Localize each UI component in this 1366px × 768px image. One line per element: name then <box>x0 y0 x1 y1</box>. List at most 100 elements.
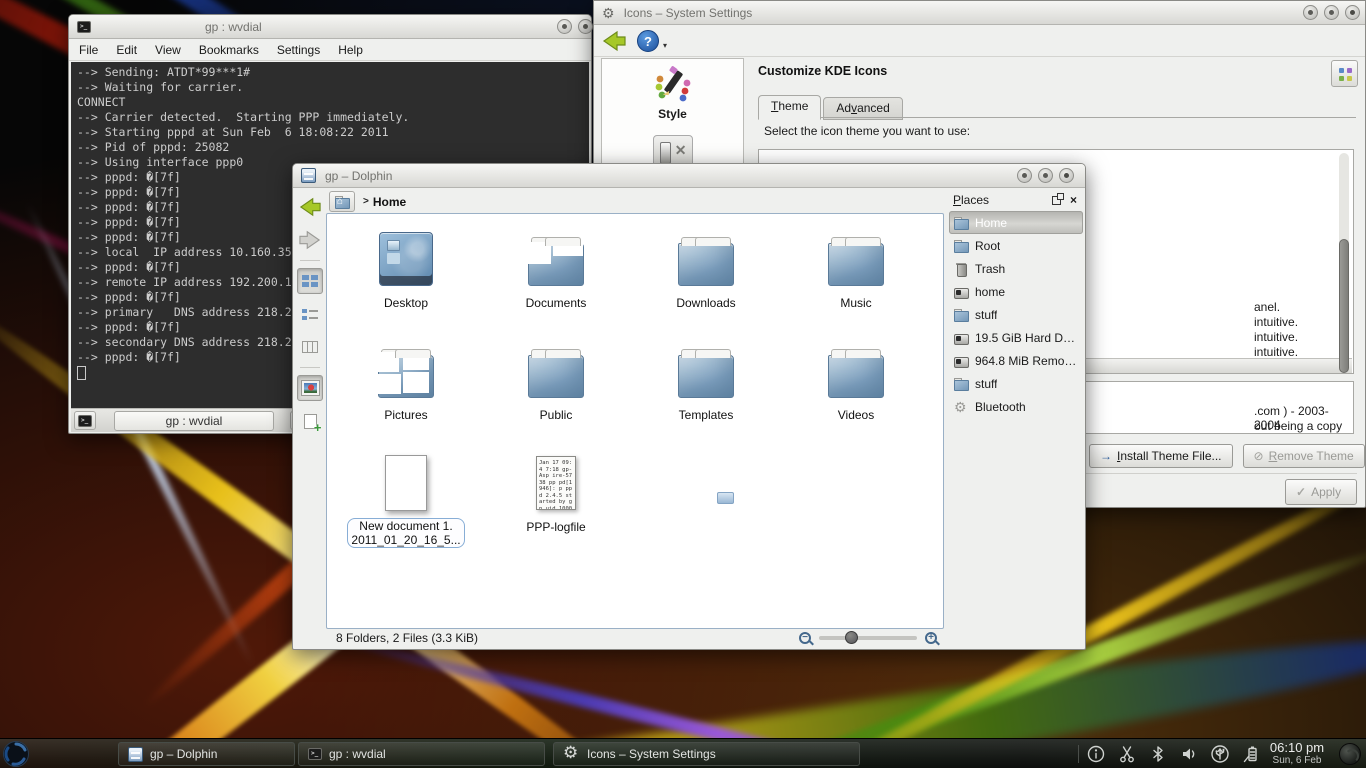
file-item[interactable]: Music <box>781 220 931 332</box>
maximize-button[interactable] <box>1324 5 1339 20</box>
system-settings-titlebar[interactable]: ⚙ Icons – System Settings <box>594 1 1365 25</box>
volume-icon[interactable] <box>1178 743 1200 765</box>
maximize-button[interactable] <box>1038 168 1053 183</box>
places-header[interactable]: Places × <box>949 189 1083 211</box>
columns-view-icon <box>302 341 318 353</box>
system-settings-toolbar: ? ▾ <box>594 25 1365 57</box>
breadcrumb[interactable]: Home <box>373 195 406 209</box>
menu-item[interactable]: Bookmarks <box>199 43 259 57</box>
file-label: Templates <box>676 408 737 422</box>
columns-view-button[interactable] <box>297 334 323 360</box>
taskbar-task-button[interactable]: gp : wvdial <box>298 742 545 766</box>
file-item[interactable]: Pictures <box>331 332 481 444</box>
place-item[interactable]: Root <box>949 234 1083 257</box>
thumbnail-overlay <box>823 346 893 398</box>
remove-theme-button[interactable]: ⊘Remove Theme <box>1243 444 1365 468</box>
plasma-toolbox-icon[interactable] <box>1339 743 1361 765</box>
scrollbar-thumb[interactable] <box>1339 239 1349 373</box>
terminal-line: --> Sending: ATDT*99***1# <box>77 65 583 80</box>
bluetooth-icon[interactable] <box>1147 743 1169 765</box>
maximize-button[interactable] <box>578 19 593 34</box>
place-item[interactable]: Trash <box>949 257 1083 280</box>
theme-list-text-fragment: intuitive. <box>1254 315 1298 329</box>
place-item[interactable]: 964.8 MiB Remov... <box>949 349 1083 372</box>
menu-item[interactable]: Edit <box>116 43 137 57</box>
tab-theme[interactable]: Theme <box>758 95 821 120</box>
klipper-scissors-icon[interactable] <box>1116 743 1138 765</box>
place-icon <box>953 261 969 277</box>
place-item[interactable]: home <box>949 280 1083 303</box>
file-item[interactable]: Jan 17 09:4 7:18 gp-Asp ire-5738 pp pd[1… <box>481 444 631 556</box>
place-label: 19.5 GiB Hard Drive <box>975 331 1079 345</box>
terminal-titlebar[interactable]: gp : wvdial <box>69 15 591 39</box>
close-button[interactable] <box>1059 168 1074 183</box>
minimize-button[interactable] <box>1017 168 1032 183</box>
taskbar-task-button[interactable]: gp – Dolphin <box>118 742 295 766</box>
back-button[interactable] <box>297 194 323 220</box>
icons-view-button[interactable] <box>297 268 323 294</box>
folder-view[interactable]: Desktop Documents Downloads Musi <box>326 213 944 629</box>
gear-icon: ⚙ <box>602 6 615 20</box>
file-label: New document 1. 2011_01_20_16_5... <box>347 518 464 548</box>
taskbar-task-button[interactable]: Icons – System Settings <box>553 742 860 766</box>
close-panel-icon[interactable]: × <box>1070 193 1077 207</box>
place-item[interactable]: stuff <box>949 303 1083 326</box>
zoom-slider-handle[interactable] <box>845 631 858 644</box>
sidebar-item-style[interactable]: Style <box>602 107 743 121</box>
file-item[interactable]: Public <box>481 332 631 444</box>
menu-item[interactable]: Settings <box>277 43 320 57</box>
overview-button[interactable] <box>1331 60 1358 87</box>
float-panel-icon[interactable] <box>1052 196 1061 205</box>
install-theme-button[interactable]: →Install Theme File... <box>1089 444 1233 468</box>
help-icon[interactable]: ? <box>637 30 659 52</box>
place-label: 964.8 MiB Remov... <box>975 354 1079 368</box>
thumbnail-overlay <box>523 346 593 398</box>
place-item[interactable]: 19.5 GiB Hard Drive <box>949 326 1083 349</box>
info-icon[interactable] <box>1085 743 1107 765</box>
dolphin-icon <box>301 168 316 183</box>
preview-button[interactable] <box>297 375 323 401</box>
terminal-tab[interactable]: gp : wvdial <box>114 411 274 431</box>
minimize-button[interactable] <box>1303 5 1318 20</box>
minimize-button[interactable] <box>557 19 572 34</box>
place-item[interactable]: stuff <box>949 372 1083 395</box>
style-icon[interactable] <box>652 65 694 105</box>
terminal-icon <box>78 415 92 427</box>
forward-button[interactable] <box>297 227 323 253</box>
place-item[interactable]: Bluetooth <box>949 395 1083 418</box>
file-label: Music <box>837 296 874 310</box>
file-item[interactable]: Templates <box>631 332 781 444</box>
file-item[interactable]: Documents <box>481 220 631 332</box>
place-icon <box>953 376 969 392</box>
scrollbar[interactable] <box>1339 153 1349 370</box>
menu-item[interactable]: File <box>79 43 98 57</box>
split-view-button[interactable] <box>297 408 323 434</box>
dolphin-titlebar[interactable]: gp – Dolphin <box>293 164 1085 188</box>
zoom-slider[interactable] <box>819 636 917 640</box>
file-item[interactable]: New document 1. 2011_01_20_16_5... <box>331 444 481 556</box>
place-label: Trash <box>975 262 1005 276</box>
place-item[interactable]: Home <box>949 211 1083 234</box>
menu-item[interactable]: Help <box>338 43 363 57</box>
desktop: gp : wvdial File Edit View Bookmarks Setting… <box>0 0 1366 768</box>
file-item[interactable]: Downloads <box>631 220 781 332</box>
file-item[interactable]: Videos <box>781 332 931 444</box>
system-tray <box>1085 743 1262 765</box>
zoom-in-icon[interactable]: + <box>925 632 937 644</box>
back-button[interactable] <box>601 29 627 53</box>
file-icon <box>378 355 434 398</box>
details-view-button[interactable] <box>297 301 323 327</box>
zoom-out-icon[interactable]: − <box>799 632 811 644</box>
menu-item[interactable]: View <box>155 43 181 57</box>
close-button[interactable] <box>1345 5 1360 20</box>
apply-button[interactable]: ✓Apply <box>1285 479 1357 505</box>
file-item[interactable]: Desktop <box>331 220 481 332</box>
chevron-down-icon[interactable]: ▾ <box>663 41 667 50</box>
new-tab-button[interactable] <box>74 411 96 430</box>
clock[interactable]: 06:10 pm Sun, 6 Feb <box>1258 740 1336 766</box>
usb-device-icon[interactable] <box>1209 743 1231 765</box>
terminal-line: --> Pid of pppd: 25082 <box>77 140 583 155</box>
breadcrumb-home-button[interactable]: ⌂ <box>329 191 355 212</box>
terminal-line: CONNECT <box>77 95 583 110</box>
file-icon <box>385 455 427 511</box>
